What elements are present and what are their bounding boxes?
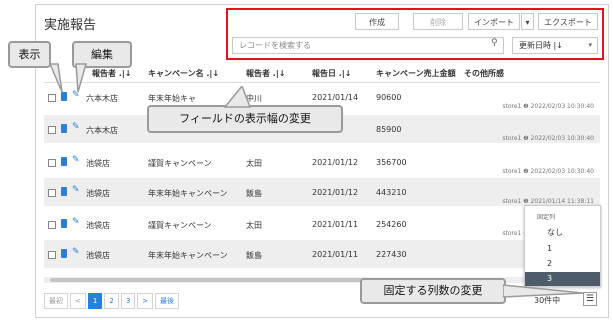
cell-campaign: 謹賀キャンペーン bbox=[148, 159, 212, 168]
cell-store: 六本木店 bbox=[86, 94, 118, 103]
callout-field-width-tail bbox=[223, 86, 252, 108]
view-icon[interactable] bbox=[61, 219, 67, 228]
column-header-date[interactable]: 報告日 .|↓ bbox=[312, 68, 351, 79]
column-header-reporter[interactable]: 報告者 .|↓ bbox=[246, 68, 285, 79]
cell-date: 2021/01/12 bbox=[312, 158, 359, 167]
cell-amount: 227430 bbox=[376, 250, 407, 259]
freeze-option-2[interactable]: 2 bbox=[525, 257, 600, 271]
edit-icon[interactable]: ✎ bbox=[72, 217, 80, 227]
row-checkbox[interactable] bbox=[48, 251, 56, 259]
page-1-button[interactable]: 1 bbox=[87, 293, 103, 309]
table-row[interactable]: ✎池袋店謹賀キャンペーン太田2021/01/11254260store1 ❷ 2… bbox=[44, 210, 600, 238]
cell-date: 2021/01/11 bbox=[312, 220, 359, 229]
view-icon[interactable] bbox=[61, 187, 67, 196]
row-meta: store1 ❷ 2022/02/03 10:30:40 bbox=[502, 135, 594, 142]
edit-icon[interactable]: ✎ bbox=[72, 122, 80, 132]
table-row[interactable]: ✎池袋店年末年始キャンペーン飯島2021/01/11227430store bbox=[44, 240, 600, 268]
cell-campaign: 謹賀キャンペーン bbox=[148, 221, 212, 230]
export-button[interactable]: エクスポート bbox=[538, 13, 598, 30]
column-header-notes[interactable]: その他所感 bbox=[464, 68, 504, 79]
cell-date: 2021/01/12 bbox=[312, 188, 359, 197]
last-page-button[interactable]: 最後 bbox=[155, 293, 180, 309]
table-row[interactable]: ✎ 池袋店 謹賀キャンペーン 太田 2021/01/12 356700 store1 ❷ 2… bbox=[44, 148, 600, 176]
row-meta: store1 ❷ 2021/01/14 11:38:11 bbox=[502, 198, 594, 205]
callout-field-width: フィールドの表示幅の変更 bbox=[147, 105, 343, 133]
column-header-campaign[interactable]: キャンペーン名 .|↓ bbox=[148, 68, 219, 79]
menu-icon[interactable]: ☰ bbox=[583, 292, 597, 306]
edit-icon[interactable]: ✎ bbox=[72, 155, 80, 165]
create-button[interactable]: 作成 bbox=[355, 13, 399, 30]
row-checkbox[interactable] bbox=[48, 94, 56, 102]
row-meta: store1 ❷ 2022/02/03 10:30:40 bbox=[502, 103, 594, 110]
sort-select[interactable]: 更新日時 |↓ ▾ bbox=[512, 37, 598, 54]
search-icon[interactable]: ⚲ bbox=[491, 38, 498, 48]
table-row[interactable]: ✎ 池袋店 年末年始キャンペーン 飯島 2021/01/12 443210 store1 ❷… bbox=[44, 178, 600, 206]
cell-date: 2021/01/11 bbox=[312, 250, 359, 259]
next-page-button[interactable]: > bbox=[137, 293, 154, 309]
prev-page-button[interactable]: < bbox=[70, 293, 86, 309]
view-icon[interactable] bbox=[61, 124, 67, 133]
freeze-option-none[interactable]: なし bbox=[525, 226, 600, 240]
sort-label: 更新日時 |↓ bbox=[519, 41, 563, 50]
first-page-button[interactable]: 最初 bbox=[44, 293, 68, 309]
cell-reporter: 太田 bbox=[246, 159, 262, 168]
edit-icon[interactable]: ✎ bbox=[72, 185, 80, 195]
cell-store: 池袋店 bbox=[86, 251, 110, 260]
cell-amount: 443210 bbox=[376, 188, 407, 197]
cell-amount: 356700 bbox=[376, 158, 407, 167]
cell-date: 2021/01/14 bbox=[312, 93, 359, 102]
chevron-down-icon: ▾ bbox=[588, 41, 592, 49]
cell-reporter: 飯島 bbox=[246, 251, 262, 260]
cell-campaign: 年末年始キャンペーン bbox=[148, 251, 228, 260]
freeze-option-1[interactable]: 1 bbox=[525, 242, 600, 256]
column-header-store[interactable]: 報告者 .|↓ bbox=[92, 68, 131, 79]
view-icon[interactable] bbox=[61, 249, 67, 258]
cell-campaign: 年末年始キャンペーン bbox=[148, 189, 228, 198]
cell-amount: 90600 bbox=[376, 93, 402, 102]
row-checkbox[interactable] bbox=[48, 189, 56, 197]
row-checkbox[interactable] bbox=[48, 126, 56, 134]
row-checkbox[interactable] bbox=[48, 159, 56, 167]
cell-store: 池袋店 bbox=[86, 189, 110, 198]
cell-reporter: 飯島 bbox=[246, 189, 262, 198]
cell-reporter: 太田 bbox=[246, 221, 262, 230]
callout-freeze-columns-tail bbox=[503, 284, 584, 298]
page-3-button[interactable]: 3 bbox=[120, 293, 136, 309]
view-icon[interactable] bbox=[61, 157, 67, 166]
column-header-amount[interactable]: キャンペーン売上金額 bbox=[376, 68, 456, 79]
row-checkbox[interactable] bbox=[48, 221, 56, 229]
cell-store: 池袋店 bbox=[86, 221, 110, 230]
freeze-columns-dropdown: 固定列 なし 1 2 3 bbox=[524, 205, 601, 287]
cell-amount: 254260 bbox=[376, 220, 407, 229]
cell-store: 六本木店 bbox=[86, 126, 118, 135]
page-title: 実施報告 bbox=[44, 18, 97, 33]
cell-amount: 85900 bbox=[376, 125, 402, 134]
callout-edit-tail bbox=[75, 63, 87, 93]
dropdown-heading: 固定列 bbox=[537, 214, 556, 221]
callout-freeze-columns: 固定する列数の変更 bbox=[360, 278, 506, 304]
import-button[interactable]: インポート bbox=[468, 13, 520, 30]
edit-icon[interactable]: ✎ bbox=[72, 247, 80, 257]
cell-campaign: 年末年始キャ bbox=[148, 94, 196, 103]
row-meta: store1 ❷ 2022/02/03 10:30:40 bbox=[502, 168, 594, 175]
callout-view: 表示 bbox=[8, 41, 51, 68]
cell-store: 池袋店 bbox=[86, 159, 110, 168]
delete-button[interactable]: 削除 bbox=[413, 13, 463, 30]
search-input[interactable]: レコードを検索する bbox=[232, 37, 504, 54]
pagination: 最初 < 1 2 3 > 最後 bbox=[44, 293, 180, 309]
callout-view-tail bbox=[50, 63, 63, 93]
page-2-button[interactable]: 2 bbox=[104, 293, 119, 309]
import-dropdown-button[interactable]: ▾ bbox=[521, 13, 534, 30]
